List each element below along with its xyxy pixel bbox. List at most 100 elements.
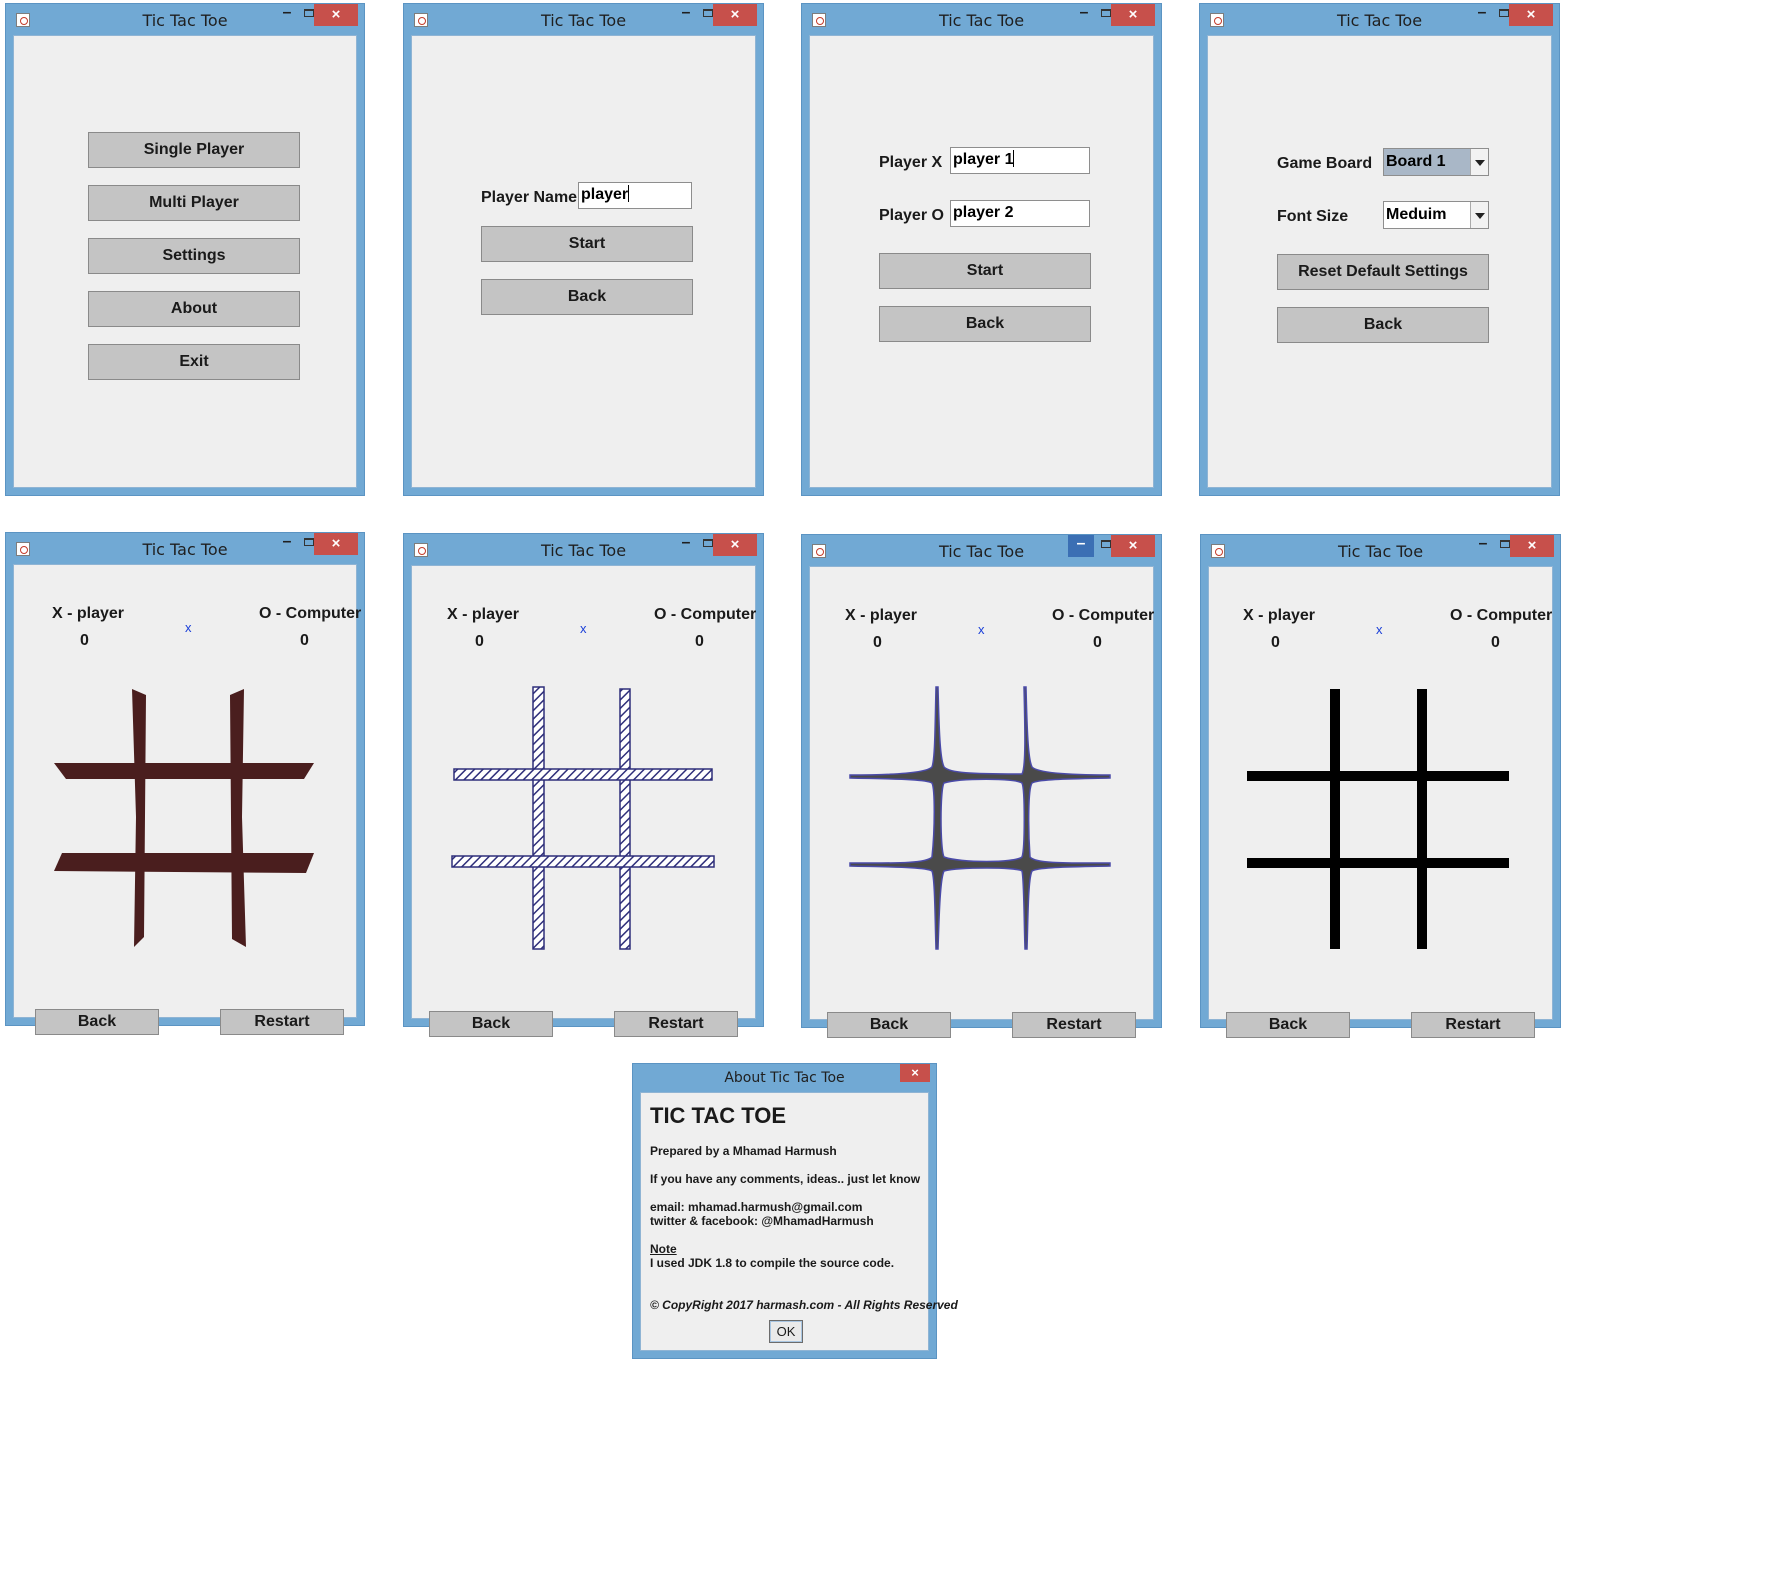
game-window-2: Tic Tac Toe – × X - player x O - Compute…: [403, 533, 764, 1037]
settings-button[interactable]: Settings: [88, 238, 300, 274]
multi-player-button[interactable]: Multi Player: [88, 185, 300, 221]
close-button[interactable]: ×: [314, 533, 358, 555]
maximize-button[interactable]: [1500, 540, 1510, 548]
restart-button[interactable]: Restart: [1012, 1012, 1136, 1038]
back-button[interactable]: Back: [879, 306, 1091, 342]
board-grid-lines: [451, 686, 715, 950]
turn-indicator: x: [978, 622, 985, 637]
minimize-button[interactable]: –: [274, 533, 300, 555]
ok-button[interactable]: OK: [769, 1320, 803, 1343]
chevron-down-icon[interactable]: [1470, 149, 1488, 175]
game-window-4: Tic Tac Toe – × X - player x O - Compute…: [1200, 534, 1561, 1038]
close-button[interactable]: ×: [713, 4, 757, 26]
turn-indicator: x: [580, 621, 587, 636]
prepared-by-text: Prepared by a Mhamad Harmush: [650, 1144, 837, 1158]
note-heading: Note: [650, 1242, 677, 1256]
about-heading: TIC TAC TOE: [650, 1103, 787, 1128]
player-name-input[interactable]: player: [578, 182, 692, 209]
title-bar[interactable]: Tic Tac Toe – ×: [404, 4, 763, 34]
restart-button[interactable]: Restart: [1411, 1012, 1535, 1038]
exit-button[interactable]: Exit: [88, 344, 300, 380]
about-dialog: About Tic Tac Toe × TIC TAC TOE Prepared…: [632, 1063, 958, 1359]
minimize-button[interactable]: –: [1071, 4, 1097, 26]
game-board-label: Game Board: [1277, 155, 1373, 172]
game-board-select[interactable]: Board 1: [1383, 148, 1489, 176]
title-bar[interactable]: Tic Tac Toe – ×: [404, 534, 763, 564]
title-bar[interactable]: Tic Tac Toe – ×: [802, 4, 1161, 34]
chevron-down-icon[interactable]: [1470, 202, 1488, 228]
title-bar[interactable]: Tic Tac Toe – ×: [802, 535, 1161, 565]
board-grid-lines: [1247, 689, 1509, 949]
game-board-value: Board 1: [1386, 153, 1446, 170]
close-button[interactable]: ×: [1509, 4, 1553, 26]
turn-indicator: x: [1376, 622, 1383, 637]
comments-text: If you have any comments, ideas.. just l…: [650, 1172, 921, 1186]
close-button[interactable]: ×: [1510, 535, 1554, 557]
maximize-button[interactable]: [1499, 9, 1509, 17]
maximize-button[interactable]: [304, 538, 314, 546]
about-button[interactable]: About: [88, 291, 300, 327]
game-board[interactable]: [14, 677, 360, 977]
minimize-button[interactable]: –: [274, 4, 300, 26]
single-player-button[interactable]: Single Player: [88, 132, 300, 168]
close-button[interactable]: ×: [1111, 4, 1155, 26]
player-o-input[interactable]: player 2: [950, 200, 1090, 227]
maximize-button[interactable]: [1101, 540, 1111, 548]
x-player-label: X - player: [52, 605, 125, 622]
minimize-button[interactable]: –: [673, 4, 699, 26]
x-player-label: X - player: [1243, 607, 1316, 624]
player-name-value: player: [581, 186, 629, 203]
game-board[interactable]: [412, 678, 758, 978]
title-bar[interactable]: Tic Tac Toe – ×: [1201, 535, 1560, 565]
back-button[interactable]: Back: [429, 1011, 553, 1037]
game-board[interactable]: [1209, 679, 1555, 979]
start-button[interactable]: Start: [481, 226, 693, 262]
title-bar[interactable]: Tic Tac Toe – ×: [6, 533, 364, 563]
player-x-value: player 1: [953, 151, 1014, 168]
title-bar[interactable]: Tic Tac Toe – ×: [6, 4, 364, 34]
player-name-label: Player Name: [481, 189, 578, 206]
back-button[interactable]: Back: [1226, 1012, 1350, 1038]
maximize-button[interactable]: [304, 9, 314, 17]
font-size-value: Meduim: [1386, 206, 1447, 223]
game-panel: X - player x O - Computer 0 0 Back Resta…: [809, 566, 1156, 1038]
back-button[interactable]: Back: [35, 1009, 159, 1035]
turn-indicator: x: [185, 620, 192, 635]
restart-button[interactable]: Restart: [220, 1009, 344, 1035]
menu-panel: Single Player Multi Player Settings Abou…: [13, 35, 357, 488]
text-cursor: [628, 185, 630, 202]
close-button[interactable]: ×: [900, 1064, 930, 1082]
main-menu-window: Tic Tac Toe – × Single Player Multi Play…: [5, 3, 365, 496]
copyright-text: © CopyRight 2017 harmash.com - All Right…: [650, 1298, 958, 1312]
minimize-button[interactable]: –: [1068, 535, 1094, 557]
o-player-label: O - Computer: [1052, 607, 1155, 624]
o-score: 0: [695, 633, 704, 650]
x-player-label: X - player: [845, 607, 918, 624]
minimize-button[interactable]: –: [673, 534, 699, 556]
close-button[interactable]: ×: [713, 534, 757, 556]
start-button[interactable]: Start: [879, 253, 1091, 289]
restart-button[interactable]: Restart: [614, 1011, 738, 1037]
maximize-button[interactable]: [703, 9, 713, 17]
close-button[interactable]: ×: [314, 4, 358, 26]
game-panel: X - player x O - Computer 0 0 Back Resta…: [411, 565, 758, 1037]
minimize-button[interactable]: –: [1470, 535, 1496, 557]
close-button[interactable]: ×: [1111, 535, 1155, 557]
reset-default-settings-button[interactable]: Reset Default Settings: [1277, 254, 1489, 290]
game-panel: X - player x O - Computer 0 0 Back Resta…: [1208, 566, 1555, 1038]
back-button[interactable]: Back: [1277, 307, 1489, 343]
maximize-button[interactable]: [1101, 9, 1111, 17]
title-bar[interactable]: Tic Tac Toe – ×: [1200, 4, 1559, 34]
back-button[interactable]: Back: [827, 1012, 951, 1038]
back-button[interactable]: Back: [481, 279, 693, 315]
game-board[interactable]: [810, 679, 1156, 979]
x-score: 0: [873, 634, 882, 651]
player-o-label: Player O: [879, 207, 944, 224]
minimize-button[interactable]: –: [1469, 4, 1495, 26]
multi-player-window: Tic Tac Toe – × Player X player 1 Player…: [801, 3, 1162, 496]
dialog-title: About Tic Tac Toe: [724, 1070, 845, 1086]
player-x-input[interactable]: player 1: [950, 147, 1090, 174]
maximize-button[interactable]: [703, 539, 713, 547]
font-size-select[interactable]: Meduim: [1383, 201, 1489, 229]
title-bar[interactable]: About Tic Tac Toe ×: [633, 1064, 936, 1094]
